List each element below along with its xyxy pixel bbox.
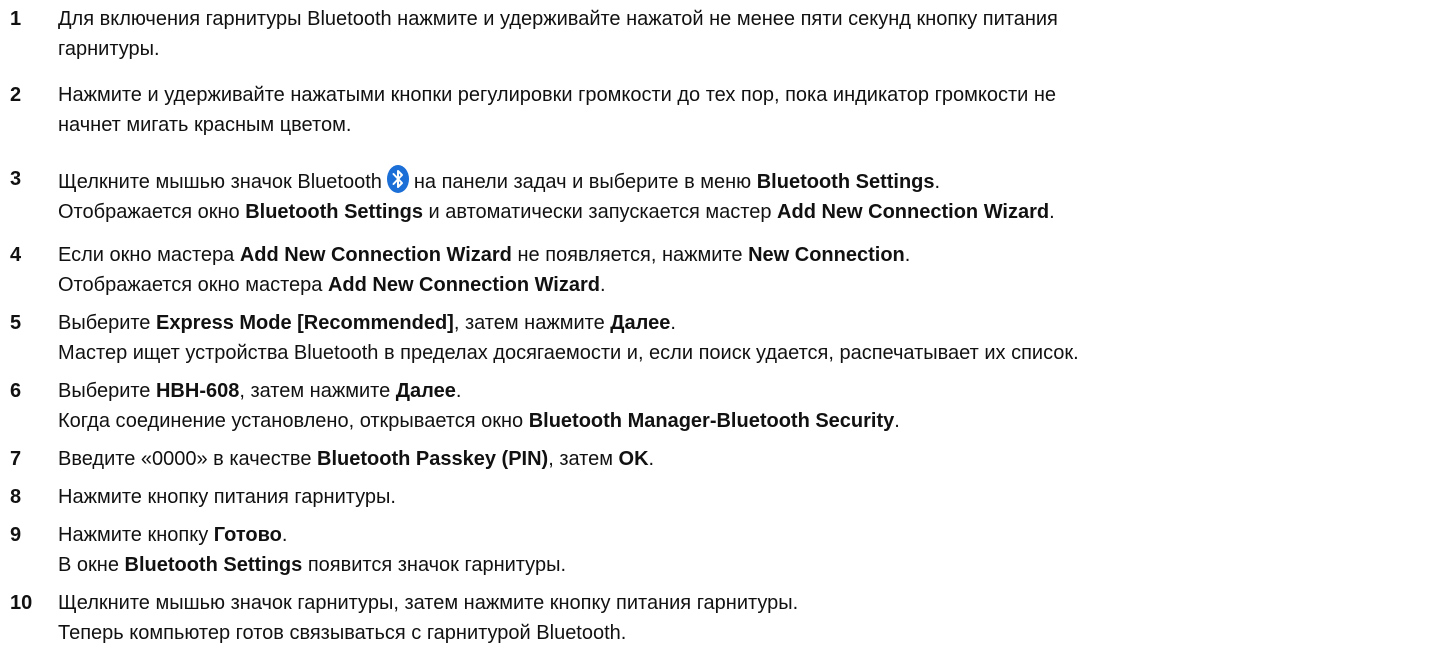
step-number: 3 <box>10 168 22 190</box>
ui-term: Add New Connection Wizard <box>327 274 600 296</box>
step-text: Если окно мастера Add New Connection Wiz… <box>58 240 1428 300</box>
text-segment: . <box>1049 201 1055 223</box>
step-line: Нажмите кнопку Готово. <box>58 520 1428 550</box>
step-text: Выберите Express Mode [Recommended], зат… <box>58 308 1428 368</box>
text-segment: Щелкните мышью значок Bluetooth <box>58 171 382 193</box>
step-number: 1 <box>10 8 22 30</box>
ui-term: Bluetooth Manager-Bluetooth Security <box>528 410 895 432</box>
text-segment: на панели задач и выберите в меню <box>413 171 752 193</box>
ui-term: HBH-608 <box>155 380 240 402</box>
step-text: Нажмите кнопку питания гарнитуры. <box>58 482 1428 512</box>
text-segment: Введите «0000» в качестве <box>58 448 312 470</box>
step-line: Отображается окно Bluetooth Settings и а… <box>58 197 1428 227</box>
text-segment: . <box>904 244 911 266</box>
step-number: 10 <box>10 592 33 614</box>
ui-term: Далее <box>610 312 671 334</box>
step-line: гарнитуры. <box>58 38 160 60</box>
text-segment: . <box>670 312 676 334</box>
ui-term: New Connection <box>748 244 905 266</box>
ui-term: Add New Connection Wizard <box>239 244 512 266</box>
step-line: Выберите HBH-608, затем нажмите Далее. <box>58 376 1428 406</box>
step-line: Когда соединение установлено, открываетс… <box>58 406 1428 436</box>
ui-term: OK <box>618 448 649 470</box>
text-segment: , затем нажмите <box>239 380 391 402</box>
ui-term: Bluetooth Passkey (PIN) <box>317 448 549 470</box>
step-text: Нажмите и удерживайте нажатыми кнопки ре… <box>58 80 1428 140</box>
text-segment: Нажмите кнопку <box>58 524 209 546</box>
text-segment: Когда соединение установлено, открываетс… <box>58 410 524 432</box>
step-number: 8 <box>10 486 22 508</box>
text-segment: . <box>281 524 288 546</box>
text-segment: . <box>599 274 606 296</box>
step-number: 4 <box>10 244 22 266</box>
step-line: Щелкните мышью значок Bluetooth на панели… <box>58 164 1428 197</box>
text-segment: В окне <box>58 554 119 576</box>
step-number: 7 <box>10 448 22 470</box>
text-segment: . <box>648 448 655 470</box>
step-line: Отображается окно мастера Add New Connec… <box>58 270 1428 300</box>
text-segment: Отображается окно <box>58 201 240 223</box>
text-segment: . <box>934 171 941 193</box>
text-segment: . <box>455 380 462 402</box>
step-line: Нажмите и удерживайте нажатыми кнопки ре… <box>58 84 1057 106</box>
step-text: Выберите HBH-608, затем нажмите Далее. К… <box>58 376 1428 436</box>
text-segment: , затем <box>548 448 613 470</box>
text-segment: Если окно мастера <box>58 244 235 266</box>
step-number: 5 <box>10 312 22 334</box>
step-text: Щелкните мышью значок гарнитуры, затем н… <box>58 588 1428 648</box>
ui-term: Bluetooth Settings <box>756 171 935 193</box>
text-segment: Выберите <box>58 380 151 402</box>
text-segment: не появляется, нажмите <box>517 244 743 266</box>
step-number: 2 <box>10 84 22 106</box>
ui-term: Далее <box>395 380 456 402</box>
ui-term: Express Mode [Recommended] <box>155 312 454 334</box>
step-text: Нажмите кнопку Готово. В окне Bluetooth … <box>58 520 1428 580</box>
ui-term: Bluetooth Settings <box>124 554 303 576</box>
step-line: Выберите Express Mode [Recommended], зат… <box>58 308 1428 338</box>
step-line: Если окно мастера Add New Connection Wiz… <box>58 240 1428 270</box>
step-line: начнет мигать красным цветом. <box>58 114 352 136</box>
step-text: Щелкните мышью значок Bluetooth на панели… <box>58 164 1428 227</box>
text-segment: , затем нажмите <box>453 312 605 334</box>
step-number: 6 <box>10 380 22 402</box>
step-line: Введите «0000» в качестве Bluetooth Pass… <box>58 444 1428 474</box>
text-segment: Выберите <box>58 312 151 334</box>
ui-term: Bluetooth Settings <box>245 201 423 223</box>
step-line: Нажмите кнопку питания гарнитуры. <box>58 486 396 508</box>
step-line: Теперь компьютер готов связываться с гар… <box>58 622 627 644</box>
step-text: Для включения гарнитуры Bluetooth нажмит… <box>58 4 1428 64</box>
step-line: Мастер ищет устройства Bluetooth в преде… <box>58 342 1079 364</box>
text-segment: и автоматически запускается мастер <box>428 201 772 223</box>
text-segment: появится значок гарнитуры. <box>307 554 567 576</box>
step-line: Щелкните мышью значок гарнитуры, затем н… <box>58 592 799 614</box>
step-text: Введите «0000» в качестве Bluetooth Pass… <box>58 444 1428 474</box>
ui-term: Готово <box>213 524 282 546</box>
ui-term: Add New Connection Wizard <box>777 201 1050 223</box>
text-segment: Отображается окно мастера <box>58 274 323 296</box>
step-line: Для включения гарнитуры Bluetooth нажмит… <box>58 8 1058 30</box>
bluetooth-icon <box>386 165 409 193</box>
text-segment: . <box>894 410 900 432</box>
step-number: 9 <box>10 524 22 546</box>
step-line: В окне Bluetooth Settings появится значо… <box>58 550 1428 580</box>
